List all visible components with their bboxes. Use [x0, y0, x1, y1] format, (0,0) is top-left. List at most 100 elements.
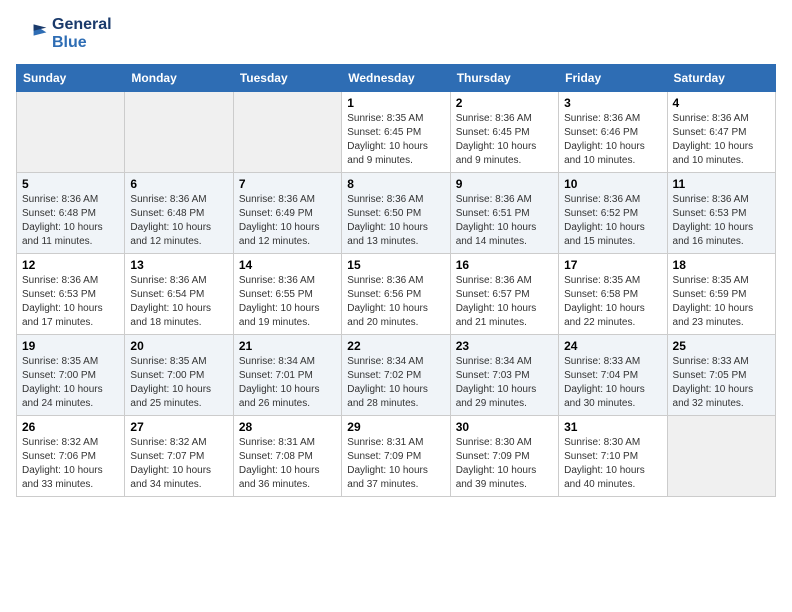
calendar-cell: 16 Sunrise: 8:36 AM Sunset: 6:57 PM Dayli…: [450, 254, 558, 335]
day-header-monday: Monday: [125, 65, 233, 92]
day-info: Sunrise: 8:32 AM Sunset: 7:07 PM Dayligh…: [130, 436, 227, 492]
day-number: 28: [239, 420, 336, 434]
calendar-cell: 27 Sunrise: 8:32 AM Sunset: 7:07 PM Dayli…: [125, 416, 233, 497]
calendar-cell: 25 Sunrise: 8:33 AM Sunset: 7:05 PM Dayli…: [667, 335, 775, 416]
day-info: Sunrise: 8:30 AM Sunset: 7:09 PM Dayligh…: [456, 436, 553, 492]
day-number: 27: [130, 420, 227, 434]
page-header: General Blue: [16, 16, 776, 52]
day-number: 23: [456, 339, 553, 353]
day-number: 7: [239, 177, 336, 191]
day-number: 17: [564, 258, 661, 272]
calendar-week-3: 12 Sunrise: 8:36 AM Sunset: 6:53 PM Dayli…: [17, 254, 776, 335]
logo: General Blue: [16, 16, 112, 52]
calendar-week-2: 5 Sunrise: 8:36 AM Sunset: 6:48 PM Daylig…: [17, 173, 776, 254]
day-header-wednesday: Wednesday: [342, 65, 450, 92]
day-number: 20: [130, 339, 227, 353]
day-info: Sunrise: 8:36 AM Sunset: 6:57 PM Dayligh…: [456, 274, 553, 330]
day-info: Sunrise: 8:33 AM Sunset: 7:05 PM Dayligh…: [673, 355, 770, 411]
day-number: 29: [347, 420, 444, 434]
day-header-thursday: Thursday: [450, 65, 558, 92]
calendar-cell: [667, 416, 775, 497]
calendar-cell: 28 Sunrise: 8:31 AM Sunset: 7:08 PM Dayli…: [233, 416, 341, 497]
calendar-cell: 8 Sunrise: 8:36 AM Sunset: 6:50 PM Daylig…: [342, 173, 450, 254]
logo-icon: [16, 18, 48, 50]
day-number: 8: [347, 177, 444, 191]
day-number: 2: [456, 96, 553, 110]
calendar-cell: 12 Sunrise: 8:36 AM Sunset: 6:53 PM Dayli…: [17, 254, 125, 335]
day-number: 15: [347, 258, 444, 272]
calendar-cell: 21 Sunrise: 8:34 AM Sunset: 7:01 PM Dayli…: [233, 335, 341, 416]
day-header-saturday: Saturday: [667, 65, 775, 92]
day-info: Sunrise: 8:34 AM Sunset: 7:02 PM Dayligh…: [347, 355, 444, 411]
day-info: Sunrise: 8:36 AM Sunset: 6:48 PM Dayligh…: [22, 193, 119, 249]
day-info: Sunrise: 8:36 AM Sunset: 6:50 PM Dayligh…: [347, 193, 444, 249]
day-header-sunday: Sunday: [17, 65, 125, 92]
day-header-friday: Friday: [559, 65, 667, 92]
calendar-cell: 18Sunrise: 8:35 AM Sunset: 6:59 PM Dayli…: [667, 254, 775, 335]
day-info: Sunrise: 8:35 AM Sunset: 6:45 PM Dayligh…: [347, 112, 444, 168]
day-number: 11: [673, 177, 770, 191]
calendar-cell: 9 Sunrise: 8:36 AM Sunset: 6:51 PM Daylig…: [450, 173, 558, 254]
calendar-cell: 31Sunrise: 8:30 AM Sunset: 7:10 PM Dayli…: [559, 416, 667, 497]
day-number: 14: [239, 258, 336, 272]
day-info: Sunrise: 8:36 AM Sunset: 6:51 PM Dayligh…: [456, 193, 553, 249]
day-info: Sunrise: 8:35 AM Sunset: 7:00 PM Dayligh…: [130, 355, 227, 411]
day-info: Sunrise: 8:34 AM Sunset: 7:03 PM Dayligh…: [456, 355, 553, 411]
day-number: 12: [22, 258, 119, 272]
day-info: Sunrise: 8:36 AM Sunset: 6:52 PM Dayligh…: [564, 193, 661, 249]
day-info: Sunrise: 8:36 AM Sunset: 6:53 PM Dayligh…: [22, 274, 119, 330]
day-number: 26: [22, 420, 119, 434]
day-number: 13: [130, 258, 227, 272]
calendar-cell: 15 Sunrise: 8:36 AM Sunset: 6:56 PM Dayli…: [342, 254, 450, 335]
calendar-cell: 6Sunrise: 8:36 AM Sunset: 6:48 PM Daylig…: [125, 173, 233, 254]
calendar-cell: 19 Sunrise: 8:35 AM Sunset: 7:00 PM Dayli…: [17, 335, 125, 416]
day-number: 30: [456, 420, 553, 434]
day-number: 16: [456, 258, 553, 272]
day-number: 10: [564, 177, 661, 191]
day-number: 25: [673, 339, 770, 353]
day-info: Sunrise: 8:33 AM Sunset: 7:04 PM Dayligh…: [564, 355, 661, 411]
day-number: 21: [239, 339, 336, 353]
calendar-cell: [233, 92, 341, 173]
day-number: 5: [22, 177, 119, 191]
day-info: Sunrise: 8:36 AM Sunset: 6:55 PM Dayligh…: [239, 274, 336, 330]
day-info: Sunrise: 8:31 AM Sunset: 7:09 PM Dayligh…: [347, 436, 444, 492]
calendar-cell: 3 Sunrise: 8:36 AM Sunset: 6:46 PM Daylig…: [559, 92, 667, 173]
day-info: Sunrise: 8:32 AM Sunset: 7:06 PM Dayligh…: [22, 436, 119, 492]
calendar-cell: 5 Sunrise: 8:36 AM Sunset: 6:48 PM Daylig…: [17, 173, 125, 254]
calendar-week-4: 19 Sunrise: 8:35 AM Sunset: 7:00 PM Dayli…: [17, 335, 776, 416]
day-info: Sunrise: 8:36 AM Sunset: 6:46 PM Dayligh…: [564, 112, 661, 168]
day-number: 9: [456, 177, 553, 191]
calendar-cell: 24 Sunrise: 8:33 AM Sunset: 7:04 PM Dayli…: [559, 335, 667, 416]
calendar-week-1: 1 Sunrise: 8:35 AM Sunset: 6:45 PM Daylig…: [17, 92, 776, 173]
calendar-cell: 30 Sunrise: 8:30 AM Sunset: 7:09 PM Dayli…: [450, 416, 558, 497]
calendar-cell: 26 Sunrise: 8:32 AM Sunset: 7:06 PM Dayli…: [17, 416, 125, 497]
day-header-tuesday: Tuesday: [233, 65, 341, 92]
day-info: Sunrise: 8:36 AM Sunset: 6:49 PM Dayligh…: [239, 193, 336, 249]
day-info: Sunrise: 8:31 AM Sunset: 7:08 PM Dayligh…: [239, 436, 336, 492]
calendar-cell: 23 Sunrise: 8:34 AM Sunset: 7:03 PM Dayli…: [450, 335, 558, 416]
day-info: Sunrise: 8:34 AM Sunset: 7:01 PM Dayligh…: [239, 355, 336, 411]
day-info: Sunrise: 8:35 AM Sunset: 7:00 PM Dayligh…: [22, 355, 119, 411]
calendar-cell: 20 Sunrise: 8:35 AM Sunset: 7:00 PM Dayli…: [125, 335, 233, 416]
calendar-cell: 1 Sunrise: 8:35 AM Sunset: 6:45 PM Daylig…: [342, 92, 450, 173]
day-number: 4: [673, 96, 770, 110]
day-number: 3: [564, 96, 661, 110]
day-number: 24: [564, 339, 661, 353]
day-info: Sunrise: 8:36 AM Sunset: 6:48 PM Dayligh…: [130, 193, 227, 249]
day-info: Sunrise: 8:35 AM Sunset: 6:59 PM Dayligh…: [673, 274, 770, 330]
calendar-cell: 22Sunrise: 8:34 AM Sunset: 7:02 PM Dayli…: [342, 335, 450, 416]
day-info: Sunrise: 8:36 AM Sunset: 6:56 PM Dayligh…: [347, 274, 444, 330]
day-info: Sunrise: 8:36 AM Sunset: 6:47 PM Dayligh…: [673, 112, 770, 168]
calendar-week-5: 26 Sunrise: 8:32 AM Sunset: 7:06 PM Dayli…: [17, 416, 776, 497]
calendar-table: SundayMondayTuesdayWednesdayThursdayFrid…: [16, 64, 776, 497]
calendar-cell: 7 Sunrise: 8:36 AM Sunset: 6:49 PM Daylig…: [233, 173, 341, 254]
calendar-cell: 13Sunrise: 8:36 AM Sunset: 6:54 PM Dayli…: [125, 254, 233, 335]
day-info: Sunrise: 8:36 AM Sunset: 6:45 PM Dayligh…: [456, 112, 553, 168]
day-info: Sunrise: 8:36 AM Sunset: 6:53 PM Dayligh…: [673, 193, 770, 249]
calendar-cell: [17, 92, 125, 173]
day-number: 1: [347, 96, 444, 110]
day-number: 19: [22, 339, 119, 353]
logo-text: General Blue: [52, 16, 112, 52]
calendar-header-row: SundayMondayTuesdayWednesdayThursdayFrid…: [17, 65, 776, 92]
